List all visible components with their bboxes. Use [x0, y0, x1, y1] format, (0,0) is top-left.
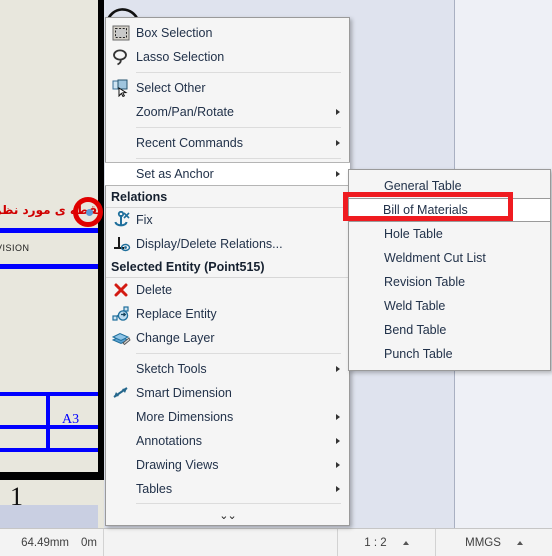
menu-item-recent-commands[interactable]: Recent Commands — [106, 131, 349, 155]
chevron-right-icon — [336, 462, 340, 468]
menu-item-label: Annotations — [136, 434, 203, 448]
menu-item-set-as-anchor[interactable]: Set as Anchor — [105, 162, 350, 186]
menu-item-lasso-selection[interactable]: Lasso Selection — [106, 45, 349, 69]
chevron-right-icon — [336, 366, 340, 372]
chevron-right-icon — [336, 438, 340, 444]
canvas-bottom-band — [0, 505, 98, 528]
menu-item-label: Sketch Tools — [136, 362, 207, 376]
submenu-item-general-table[interactable]: General Table — [349, 174, 550, 198]
menu-item-sketch-tools[interactable]: Sketch Tools — [106, 357, 349, 381]
menu-item-label: Delete — [136, 283, 173, 297]
status-spacer — [104, 529, 338, 556]
menu-separator — [136, 353, 341, 354]
menu-item-label: Select Other — [136, 81, 206, 95]
submenu-item-label: Weldment Cut List — [384, 251, 486, 265]
menu-item-label: Display/Delete Relations... — [136, 237, 283, 251]
submenu-item-revision-table[interactable]: Revision Table — [349, 270, 550, 294]
sheet-size-label: A3 — [62, 412, 80, 427]
status-coordinates: 64.49mm 0m — [0, 529, 104, 556]
caret-up-icon[interactable] — [516, 540, 523, 545]
select-other-icon — [110, 78, 132, 98]
section-header-selected-entity: Selected Entity (Point515) — [106, 256, 349, 278]
revision-text: VISION — [0, 243, 30, 253]
menu-item-label: Zoom/Pan/Rotate — [136, 105, 234, 119]
menu-item-select-other[interactable]: Select Other — [106, 76, 349, 100]
chevron-right-icon — [336, 171, 340, 177]
menu-item-label: Tables — [136, 482, 173, 496]
drawing-blue-line-6 — [46, 392, 50, 452]
menu-item-label: Drawing Views — [136, 458, 219, 472]
submenu-item-punch-table[interactable]: Punch Table — [349, 342, 550, 366]
menu-item-label: Smart Dimension — [136, 386, 232, 400]
menu-item-fix[interactable]: Fix — [106, 208, 349, 232]
caret-up-icon[interactable] — [402, 540, 409, 545]
submenu-item-label: Bend Table — [384, 323, 447, 337]
menu-item-label: Recent Commands — [136, 136, 243, 150]
context-menu[interactable]: Box Selection Lasso Selection Select Oth… — [105, 17, 350, 526]
menu-separator — [136, 158, 341, 159]
submenu-item-bill-of-materials[interactable]: Bill of Materials — [348, 198, 551, 222]
anchor-fix-icon — [110, 210, 132, 230]
menu-item-replace-entity[interactable]: Replace Entity — [106, 302, 349, 326]
status-bar: 64.49mm 0m 1 : 2 MMGS — [0, 528, 552, 556]
submenu-item-label: Revision Table — [384, 275, 466, 289]
drawing-blue-line-2 — [0, 264, 98, 269]
change-layer-icon — [110, 328, 132, 348]
submenu-item-bend-table[interactable]: Bend Table — [349, 318, 550, 342]
menu-item-label: Replace Entity — [136, 307, 217, 321]
menu-item-label: Box Selection — [136, 26, 213, 40]
drawing-canvas[interactable]: نقطه ی مورد نظر VISION A3 1 — [0, 0, 104, 528]
selected-point-marker[interactable] — [86, 209, 93, 216]
chevron-right-icon — [336, 140, 340, 146]
menu-item-label: Set as Anchor — [136, 167, 214, 181]
drawing-blue-line-5 — [0, 425, 50, 429]
tables-submenu[interactable]: General Table Bill of Materials Hole Tab… — [348, 169, 551, 371]
menu-separator — [136, 127, 341, 128]
submenu-item-label: Hole Table — [384, 227, 443, 241]
menu-item-change-layer[interactable]: Change Layer — [106, 326, 349, 350]
menu-item-more-dimensions[interactable]: More Dimensions — [106, 405, 349, 429]
menu-item-delete[interactable]: Delete — [106, 278, 349, 302]
menu-item-label: Lasso Selection — [136, 50, 225, 64]
delete-x-icon — [110, 280, 132, 300]
menu-item-zoom-pan-rotate[interactable]: Zoom/Pan/Rotate — [106, 100, 349, 124]
menu-separator — [136, 72, 341, 73]
submenu-item-label: General Table — [384, 179, 462, 193]
menu-item-tables[interactable]: Tables — [106, 477, 349, 501]
chevron-right-icon — [336, 109, 340, 115]
smart-dimension-icon — [110, 383, 132, 403]
submenu-item-weldment-cut-list[interactable]: Weldment Cut List — [349, 246, 550, 270]
expand-menu-chevron-icon[interactable]: ⌄⌄ — [106, 505, 349, 525]
display-delete-relations-icon — [110, 234, 132, 254]
submenu-item-weld-table[interactable]: Weld Table — [349, 294, 550, 318]
status-scale[interactable]: 1 : 2 — [338, 529, 436, 556]
status-coordinate-y: 0m — [81, 536, 97, 549]
submenu-item-label: Weld Table — [384, 299, 446, 313]
status-units-value: MMGS — [465, 536, 501, 549]
box-selection-icon — [110, 23, 132, 43]
chevron-right-icon — [336, 486, 340, 492]
drawing-blue-line-1 — [0, 228, 98, 233]
menu-item-annotations[interactable]: Annotations — [106, 429, 349, 453]
status-coordinate-x: 64.49mm — [21, 536, 70, 549]
section-header-relations: Relations — [106, 186, 349, 208]
app-root: نقطه ی مورد نظر VISION A3 1 Box Selectio… — [0, 0, 552, 556]
menu-item-label: Fix — [136, 213, 153, 227]
submenu-item-label: Punch Table — [384, 347, 453, 361]
menu-separator — [136, 503, 341, 504]
submenu-item-hole-table[interactable]: Hole Table — [349, 222, 550, 246]
replace-entity-icon — [110, 304, 132, 324]
menu-item-box-selection[interactable]: Box Selection — [106, 21, 349, 45]
menu-item-display-delete-relations[interactable]: Display/Delete Relations... — [106, 232, 349, 256]
menu-item-smart-dimension[interactable]: Smart Dimension — [106, 381, 349, 405]
submenu-item-label: Bill of Materials — [383, 203, 468, 217]
menu-item-label: More Dimensions — [136, 410, 234, 424]
menu-item-label: Change Layer — [136, 331, 215, 345]
chevron-right-icon — [336, 414, 340, 420]
status-scale-value: 1 : 2 — [364, 536, 387, 549]
status-units[interactable]: MMGS — [436, 529, 552, 556]
drawing-black-border-bottom — [0, 472, 104, 480]
lasso-selection-icon — [110, 47, 132, 67]
menu-item-drawing-views[interactable]: Drawing Views — [106, 453, 349, 477]
